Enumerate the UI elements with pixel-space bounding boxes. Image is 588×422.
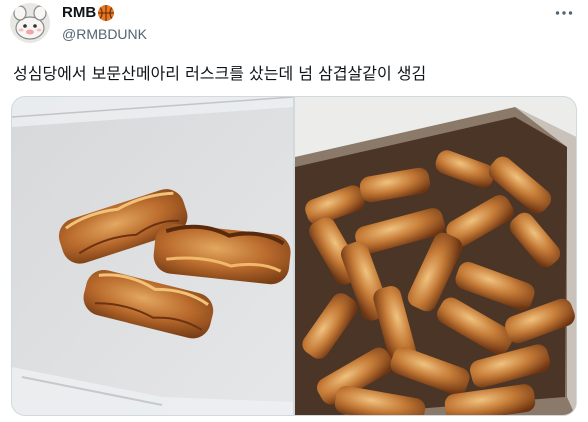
tweet-media bbox=[11, 96, 577, 416]
three-rusk-pieces-photo[interactable] bbox=[12, 97, 293, 415]
rusk-pieces-image bbox=[12, 97, 293, 415]
avatar[interactable] bbox=[10, 3, 50, 43]
more-options-button[interactable] bbox=[550, 2, 578, 24]
tweet-text: 성심당에서 보문산메아리 러스크를 샀는데 넘 삼겹살같이 생김 bbox=[13, 64, 427, 83]
user-handle[interactable]: @RMBDUNK bbox=[62, 25, 147, 43]
more-dots-icon bbox=[555, 11, 573, 15]
basketball-icon bbox=[98, 5, 115, 21]
display-name-text: RMB bbox=[62, 4, 97, 21]
display-name[interactable]: RMB bbox=[62, 4, 147, 22]
rusk-box-image bbox=[295, 97, 576, 415]
rusk-box-photo[interactable] bbox=[295, 97, 576, 415]
cartoon-avatar-icon bbox=[10, 3, 50, 43]
tweet-header: RMB @RMBDUNK bbox=[0, 0, 588, 50]
